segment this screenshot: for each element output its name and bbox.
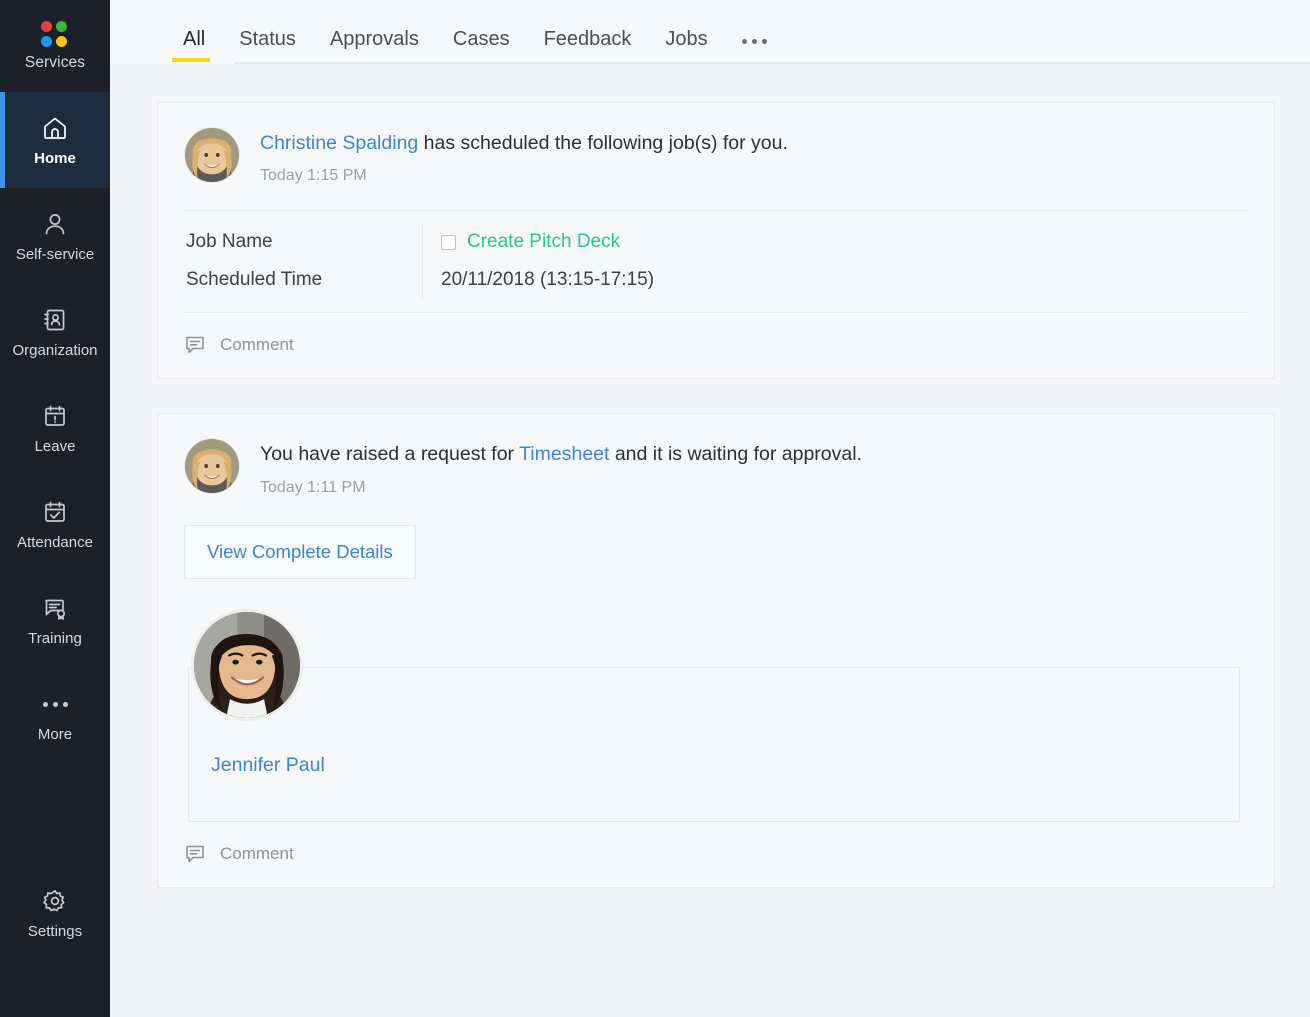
main-content: All Status Approvals Cases Feedback Jobs: [110, 0, 1310, 1017]
avatar-christine-spalding[interactable]: [184, 438, 240, 494]
sidebar-item-label: Organization: [12, 343, 97, 358]
comment-action[interactable]: Comment: [158, 822, 1274, 887]
contact-book-icon: [41, 306, 69, 334]
tab-label: Approvals: [330, 28, 419, 50]
tab-all[interactable]: All: [172, 29, 222, 62]
tab-bar: All Status Approvals Cases Feedback Jobs: [110, 0, 1310, 64]
card-timestamp: Today 1:15 PM: [260, 167, 788, 185]
training-icon: [41, 594, 69, 622]
card-header-text: Christine Spalding has scheduled the fol…: [260, 127, 788, 185]
sidebar-item-settings[interactable]: Settings: [0, 865, 110, 961]
approver-card: Jennifer Paul: [188, 667, 1240, 822]
tab-label: Cases: [453, 28, 510, 50]
comment-action[interactable]: Comment: [158, 313, 1274, 378]
sidebar-item-leave[interactable]: Leave: [0, 380, 110, 476]
comment-icon: [184, 843, 206, 865]
sidebar-item-label: Settings: [28, 924, 82, 939]
four-dots-logo-icon: [41, 21, 69, 47]
card-message: Christine Spalding has scheduled the fol…: [260, 131, 788, 156]
calendar-alert-icon: [41, 402, 69, 430]
app-root: Services Home Self-service: [0, 0, 1310, 1017]
tab-label: Status: [239, 28, 296, 50]
calendar-check-icon: [41, 498, 69, 526]
column-divider: [422, 261, 423, 299]
sidebar-item-label: Home: [34, 151, 76, 166]
job-name-link[interactable]: Create Pitch Deck: [467, 231, 620, 253]
tab-cases[interactable]: Cases: [436, 29, 527, 62]
approver-block: Jennifer Paul: [188, 609, 1240, 822]
message-suffix: and it is waiting for approval.: [609, 443, 862, 465]
sidebar-item-label: More: [38, 727, 72, 742]
sidebar-item-self-service[interactable]: Self-service: [0, 188, 110, 284]
sidebar-item-label: Leave: [35, 439, 76, 454]
feed-card-timesheet-request: You have raised a request for Timesheet …: [157, 413, 1275, 887]
sidebar-item-attendance[interactable]: Attendance: [0, 476, 110, 572]
brand-label: Services: [25, 54, 85, 72]
tab-label: Feedback: [544, 28, 632, 50]
tab-list: All Status Approvals Cases Feedback Jobs: [172, 0, 1310, 62]
tab-more-button[interactable]: [725, 39, 784, 62]
table-row: Job Name Create Pitch Deck: [184, 223, 1248, 261]
card-header-text: You have raised a request for Timesheet …: [260, 438, 862, 496]
approver-name-link[interactable]: Jennifer Paul: [211, 754, 325, 777]
tab-status[interactable]: Status: [222, 29, 313, 62]
sidebar-item-training[interactable]: Training: [0, 572, 110, 668]
card-header: Christine Spalding has scheduled the fol…: [158, 103, 1274, 191]
sidebar-item-label: Self-service: [16, 247, 94, 262]
tab-jobs[interactable]: Jobs: [648, 29, 724, 62]
table-row: Scheduled Time 20/11/2018 (13:15-17:15): [184, 261, 1248, 299]
avatar-jennifer-paul[interactable]: [191, 609, 303, 721]
comment-label: Comment: [220, 335, 294, 355]
job-details-table: Job Name Create Pitch Deck Scheduled Tim…: [184, 210, 1248, 313]
sidebar: Services Home Self-service: [0, 0, 110, 1017]
timesheet-link[interactable]: Timesheet: [519, 443, 609, 465]
tab-label: Jobs: [665, 28, 707, 50]
tab-feedback[interactable]: Feedback: [527, 29, 649, 62]
sidebar-item-organization[interactable]: Organization: [0, 284, 110, 380]
message-rest: has scheduled the following job(s) for y…: [418, 132, 788, 154]
home-icon: [41, 114, 69, 142]
gear-icon: [41, 887, 69, 915]
sidebar-spacer: [0, 764, 110, 865]
tab-approvals[interactable]: Approvals: [313, 29, 436, 62]
sidebar-item-more[interactable]: More: [0, 668, 110, 764]
card-header: You have raised a request for Timesheet …: [158, 414, 1274, 502]
sidebar-item-home[interactable]: Home: [0, 92, 110, 188]
row-value: 20/11/2018 (13:15-17:15): [441, 269, 654, 291]
activity-feed: Christine Spalding has scheduled the fol…: [110, 64, 1310, 1017]
feed-card-job-scheduled: Christine Spalding has scheduled the fol…: [157, 102, 1275, 379]
card-message: You have raised a request for Timesheet …: [260, 442, 862, 467]
sidebar-item-label: Training: [28, 631, 82, 646]
job-checkbox[interactable]: [441, 235, 456, 250]
sidebar-item-label: Attendance: [17, 535, 93, 550]
comment-label: Comment: [220, 844, 294, 864]
row-label: Scheduled Time: [184, 269, 422, 291]
comment-icon: [184, 334, 206, 356]
avatar-christine-spalding[interactable]: [184, 127, 240, 183]
row-label: Job Name: [184, 231, 422, 253]
ellipsis-icon: [43, 690, 68, 718]
column-divider: [422, 223, 423, 261]
message-prefix: You have raised a request for: [260, 443, 519, 465]
brand-services[interactable]: Services: [0, 0, 110, 92]
user-icon: [41, 210, 69, 238]
author-link[interactable]: Christine Spalding: [260, 132, 418, 154]
row-value: Create Pitch Deck: [441, 231, 620, 253]
view-complete-details-button[interactable]: View Complete Details: [184, 525, 416, 579]
tab-label: All: [183, 28, 205, 50]
card-timestamp: Today 1:11 PM: [260, 479, 862, 497]
